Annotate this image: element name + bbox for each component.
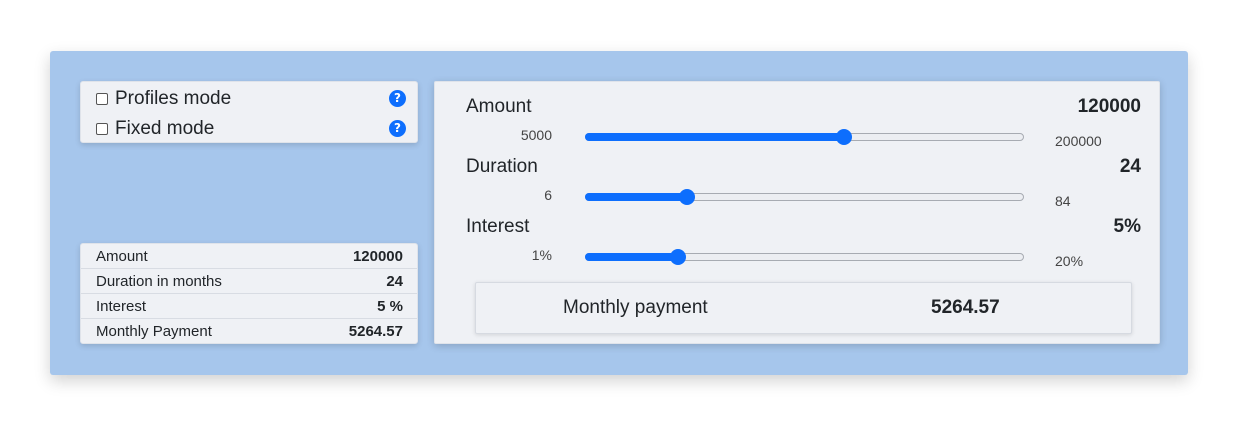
summary-value: 24 <box>386 272 403 290</box>
summary-label: Monthly Payment <box>96 323 212 340</box>
table-row: Monthly Payment 5264.57 <box>81 319 417 344</box>
interest-slider-fill <box>585 253 677 261</box>
summary-value: 120000 <box>352 247 403 265</box>
fixed-mode-label[interactable]: Fixed mode <box>115 118 214 140</box>
profiles-mode-label[interactable]: Profiles mode <box>115 88 231 110</box>
interest-slider[interactable] <box>585 249 1024 265</box>
amount-min-label: 5000 <box>520 127 552 143</box>
summary-value: 5264.57 <box>348 323 403 340</box>
amount-max-label: 200000 <box>1055 133 1102 149</box>
table-row: Duration in months 24 <box>81 269 417 294</box>
amount-slider-fill <box>585 133 843 141</box>
amount-slider[interactable] <box>585 129 1024 145</box>
summary-label: Duration in months <box>96 272 222 290</box>
duration-min-label: 6 <box>544 187 552 203</box>
amount-value: 120000 <box>1077 96 1141 117</box>
monthly-payment-label: Monthly payment <box>563 297 708 318</box>
fixed-mode-row[interactable]: Fixed mode ? <box>96 114 406 144</box>
interest-title: Interest <box>466 216 530 237</box>
table-row: Amount 120000 <box>81 244 417 269</box>
interest-param: Interest 5% 1% 20% <box>435 216 1159 276</box>
duration-title: Duration <box>466 156 538 177</box>
duration-slider-thumb[interactable] <box>678 189 695 205</box>
calculator-container: Profiles mode ? Fixed mode ? Amount 1200… <box>50 51 1188 375</box>
interest-min-label: 1% <box>531 247 552 263</box>
duration-slider-fill <box>585 193 686 201</box>
amount-title: Amount <box>466 96 532 117</box>
profiles-mode-row[interactable]: Profiles mode ? <box>96 84 406 114</box>
interest-slider-thumb[interactable] <box>669 249 686 265</box>
duration-max-label: 84 <box>1055 193 1071 209</box>
amount-param: Amount 120000 5000 200000 <box>435 96 1159 156</box>
question-circle-icon[interactable]: ? <box>389 120 406 137</box>
amount-slider-thumb[interactable] <box>835 129 852 145</box>
duration-slider[interactable] <box>585 189 1024 205</box>
interest-value: 5% <box>1113 216 1141 237</box>
summary-table: Amount 120000 Duration in months 24 Inte… <box>80 243 418 344</box>
profiles-mode-checkbox[interactable] <box>96 93 108 105</box>
fixed-mode-checkbox[interactable] <box>96 123 108 135</box>
loan-calculator-panel: Amount 120000 5000 200000 Duration 24 6 … <box>434 81 1160 344</box>
question-circle-icon[interactable]: ? <box>389 90 406 107</box>
duration-value: 24 <box>1119 156 1141 177</box>
duration-param: Duration 24 6 84 <box>435 156 1159 216</box>
monthly-payment-value: 5264.57 <box>931 297 1000 318</box>
monthly-payment-box: Monthly payment 5264.57 <box>475 282 1132 334</box>
table-row: Interest 5 % <box>81 294 417 319</box>
summary-label: Interest <box>96 297 147 315</box>
modes-panel: Profiles mode ? Fixed mode ? <box>80 81 418 143</box>
summary-label: Amount <box>96 247 148 265</box>
interest-max-label: 20% <box>1055 253 1084 269</box>
summary-value: 5 % <box>377 297 403 315</box>
